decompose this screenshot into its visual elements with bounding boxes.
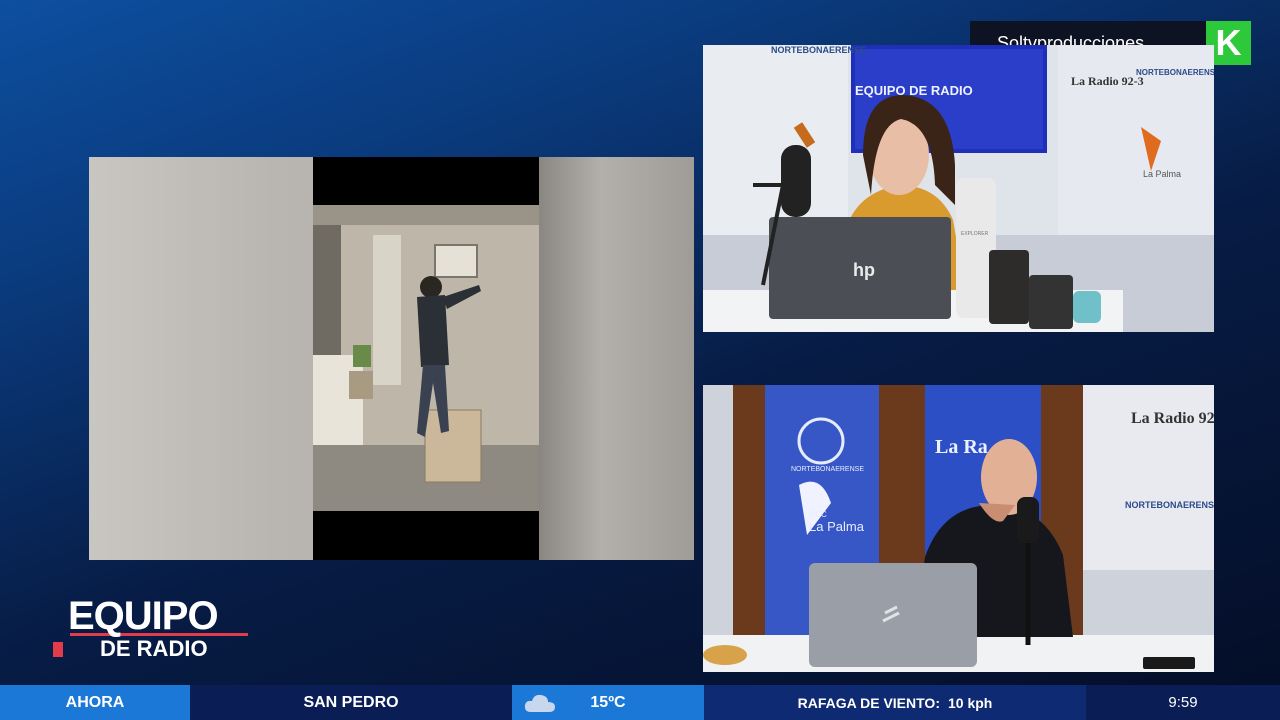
palma-sign: La Palma — [1143, 169, 1181, 179]
norte-sign-right: NORTEBONAERENSE — [1136, 68, 1214, 77]
laptop-brand: hp — [853, 260, 875, 280]
ticker-time: 9:59 — [1086, 685, 1280, 720]
banner-palma: La Palma — [809, 519, 865, 534]
video-blur-right — [539, 157, 694, 560]
studio-screen-text: EQUIPO DE RADIO — [855, 83, 973, 98]
ticker-city: SAN PEDRO — [190, 685, 512, 720]
banner-mec: MEC — [809, 510, 827, 519]
camera-feed-host-1: hp EXPLORER NORTEBONAERENSE La Radio 92-… — [703, 45, 1214, 332]
ticker-weather: 15ºC — [512, 685, 704, 720]
camera-feed-host-2: La Radio 92-3 NORTEBONAERENSE NORTEBONAE… — [703, 385, 1214, 672]
video-frame — [313, 157, 539, 560]
news-ticker: AHORA SAN PEDRO 15ºC RAFAGA DE VIENTO: 1… — [0, 685, 1280, 720]
show-logo-title: EQUIPO — [68, 594, 219, 638]
window-sign: La Ra — [935, 436, 988, 458]
ticker-wind: RAFAGA DE VIENTO: 10 kph — [704, 685, 1086, 720]
radio-sign-right: La Radio 92-3 — [1071, 74, 1144, 88]
logo-accent — [53, 642, 63, 657]
cloud-icon — [524, 692, 556, 714]
bottle-label: EXPLORER — [961, 231, 989, 237]
norte-sign-left: NORTEBONAERENSE — [771, 45, 866, 55]
radio-sign: La Radio 92-3 — [1131, 410, 1214, 427]
security-footage — [313, 205, 539, 511]
temperature: 15ºC — [590, 693, 626, 711]
banner-norte: NORTEBONAERENSE — [791, 466, 864, 473]
norte-sign: NORTEBONAERENSE — [1125, 500, 1214, 510]
video-panel — [89, 157, 694, 560]
show-logo-subtitle: DE RADIO — [100, 636, 208, 661]
ticker-now-label: AHORA — [0, 685, 190, 720]
wind-value: 10 kph — [948, 694, 993, 711]
wind-label: RAFAGA DE VIENTO: — [797, 694, 940, 711]
